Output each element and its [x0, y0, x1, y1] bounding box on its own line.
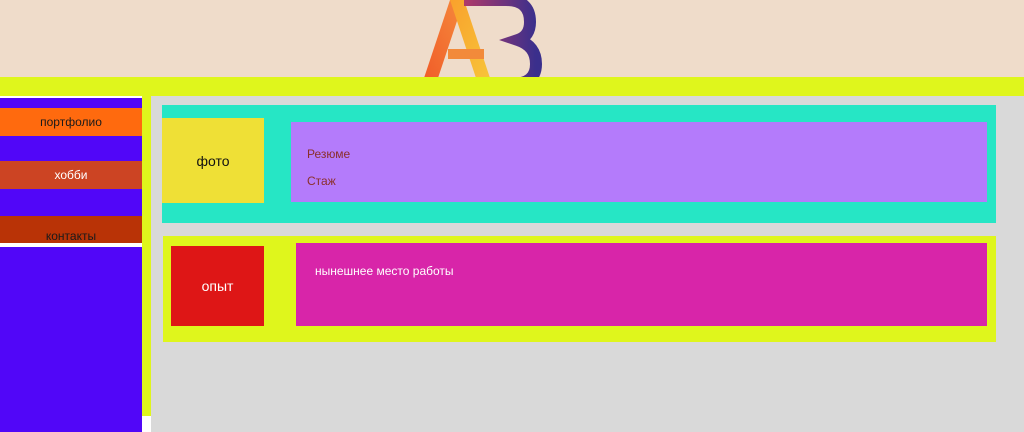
- sidebar-item-portfolio[interactable]: портфолио: [0, 108, 142, 136]
- header: [0, 0, 1024, 77]
- sidebar: портфолио хобби контакты: [0, 98, 142, 432]
- sidebar-border: [142, 96, 151, 416]
- photo-placeholder: фото: [162, 118, 264, 203]
- ab-logo-icon: [424, 0, 542, 77]
- sidebar-item-contacts[interactable]: контакты: [0, 216, 142, 243]
- experience-years-link[interactable]: Стаж: [307, 174, 336, 188]
- sidebar-item-label: контакты: [45, 229, 97, 243]
- sidebar-item-label: портфолио: [40, 115, 102, 129]
- resume-link[interactable]: Резюме: [307, 147, 350, 161]
- sidebar-divider: [0, 243, 142, 247]
- experience-label: опыт: [201, 278, 234, 294]
- experience-block: опыт: [171, 246, 264, 326]
- sidebar-item-label: хобби: [54, 168, 88, 182]
- photo-label: фото: [196, 152, 230, 169]
- sidebar-item-hobby[interactable]: хобби: [0, 161, 142, 189]
- header-divider-bar: [0, 77, 1024, 96]
- resume-panel: Резюме Стаж: [291, 122, 987, 202]
- current-job-text: нынешнее место работы: [315, 264, 454, 278]
- current-job-panel: нынешнее место работы: [296, 243, 987, 326]
